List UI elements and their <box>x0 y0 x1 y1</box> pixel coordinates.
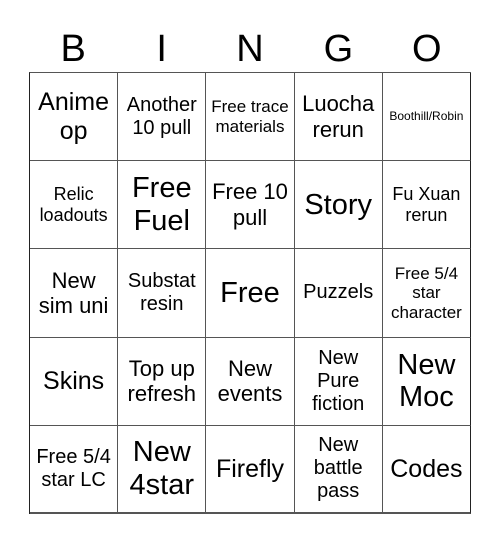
bingo-grid: Anime op Another 10 pull Free trace mate… <box>29 72 471 514</box>
bingo-cell[interactable]: Skins <box>30 337 119 426</box>
bingo-cell[interactable]: Anime op <box>30 73 119 162</box>
bingo-cell[interactable]: Free 5/4 star LC <box>30 425 119 514</box>
bingo-cell[interactable]: New Pure fiction <box>294 337 383 426</box>
bingo-cell[interactable]: Free Fuel <box>118 161 207 250</box>
bingo-cell[interactable]: Codes <box>382 425 471 514</box>
bingo-header: B I N G O <box>29 26 471 72</box>
bingo-cell[interactable]: Substat resin <box>118 249 207 338</box>
bingo-cell[interactable]: Another 10 pull <box>118 73 207 162</box>
bingo-cell[interactable]: New events <box>206 337 295 426</box>
bingo-cell[interactable]: Fu Xuan rerun <box>382 161 471 250</box>
header-letter-b: B <box>60 28 86 70</box>
bingo-cell[interactable]: Boothill/Robin <box>382 73 471 162</box>
header-letter-g: G <box>323 28 354 70</box>
bingo-cell[interactable]: Free 10 pull <box>206 161 295 250</box>
bingo-cell[interactable]: New battle pass <box>294 425 383 514</box>
free-space[interactable]: Free <box>206 249 295 338</box>
header-letter-i: I <box>156 28 167 70</box>
bingo-cell[interactable]: Top up refresh <box>118 337 207 426</box>
bingo-cell[interactable]: Luocha rerun <box>294 73 383 162</box>
bingo-cell[interactable]: Free 5/4 star character <box>382 249 471 338</box>
header-letter-o: O <box>412 28 442 70</box>
bingo-cell[interactable]: Puzzels <box>294 249 383 338</box>
bingo-cell[interactable]: Relic loadouts <box>30 161 119 250</box>
bingo-cell[interactable]: Firefly <box>206 425 295 514</box>
bingo-cell[interactable]: New sim uni <box>30 249 119 338</box>
bingo-cell[interactable]: Story <box>294 161 383 250</box>
bingo-cell[interactable]: New 4star <box>118 425 207 514</box>
header-letter-n: N <box>236 28 264 70</box>
bingo-cell[interactable]: Free trace materials <box>206 73 295 162</box>
bingo-cell[interactable]: New Moc <box>382 337 471 426</box>
